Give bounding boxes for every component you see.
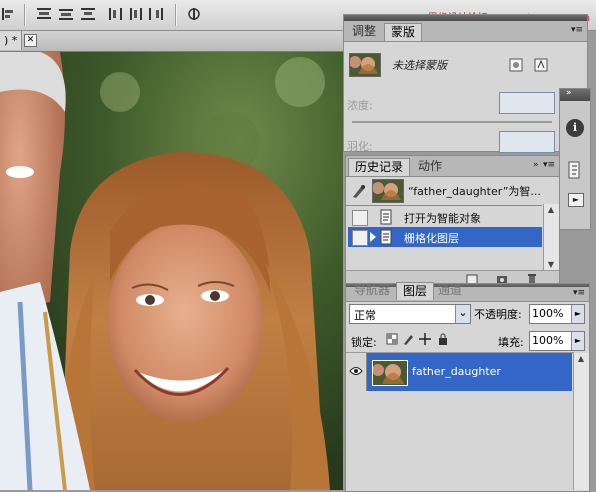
pixel-mask-icon[interactable] xyxy=(509,58,523,72)
history-panel: 历史记录 动作 » ▾≡ “father_daughter”为智... 打开为智… xyxy=(345,155,560,287)
density-slider[interactable] xyxy=(352,121,552,123)
lock-pixels-icon[interactable] xyxy=(402,333,414,345)
current-state-marker-icon xyxy=(370,232,376,242)
layers-scrollbar[interactable]: ▲ xyxy=(573,353,589,490)
history-panel-tabs: 历史记录 动作 » ▾≡ xyxy=(346,156,559,177)
feather-label: 羽化: xyxy=(347,140,373,153)
layer-name[interactable]: father_daughter xyxy=(412,365,501,378)
history-icon[interactable] xyxy=(567,161,583,179)
history-scrollbar[interactable]: ▲ ▼ xyxy=(543,204,559,271)
align-right-edges-icon[interactable] xyxy=(0,7,16,21)
collapsed-panel-dock: » i ► xyxy=(559,88,591,230)
opacity-field[interactable]: 100% ► xyxy=(529,304,585,324)
tab-navigator[interactable]: 导航器 xyxy=(348,282,396,299)
layer-thumbnail xyxy=(372,360,408,386)
history-source-checkbox[interactable] xyxy=(352,230,368,246)
history-brush-icon[interactable] xyxy=(351,183,367,199)
history-item-label: 打开为智能对象 xyxy=(404,212,481,225)
eye-icon[interactable] xyxy=(349,366,363,376)
fill-label: 填充: xyxy=(498,336,524,349)
document-canvas[interactable] xyxy=(0,52,343,490)
distribute-bottom-icon[interactable] xyxy=(80,7,96,21)
distribute-vcenter-icon[interactable] xyxy=(58,7,74,21)
photo-father-daughter xyxy=(0,52,343,490)
info-icon[interactable]: i xyxy=(566,119,584,137)
lock-transparency-icon[interactable] xyxy=(386,333,398,345)
tab-channels[interactable]: 通道 xyxy=(432,282,468,299)
separator xyxy=(24,4,26,26)
opacity-arrow-icon[interactable]: ► xyxy=(571,305,584,323)
layer-row[interactable]: father_daughter xyxy=(346,353,572,391)
panel-menu-icon[interactable]: ▾≡ xyxy=(573,288,585,298)
scroll-up-icon[interactable]: ▲ xyxy=(544,204,558,216)
fill-field[interactable]: 100% ► xyxy=(529,331,585,351)
tab-layers[interactable]: 图层 xyxy=(396,282,435,300)
masks-panel: 调整 蒙版 ▾≡ 未选择蒙版 浓度: 羽化: xyxy=(343,14,588,153)
density-label: 浓度: xyxy=(347,99,373,112)
blend-mode-select[interactable]: 正常 ⌄ xyxy=(349,304,471,324)
distribute-left-icon[interactable] xyxy=(108,7,124,21)
layers-panel-tabs: 导航器 图层 通道 ▾≡ xyxy=(346,282,589,302)
vector-mask-icon[interactable] xyxy=(534,58,548,72)
mask-status-label: 未选择蒙版 xyxy=(392,59,447,72)
masks-panel-tabs: 调整 蒙版 ▾≡ xyxy=(344,21,587,42)
fill-arrow-icon[interactable]: ► xyxy=(571,332,584,350)
history-source-checkbox[interactable] xyxy=(352,210,368,226)
separator xyxy=(175,4,177,26)
close-icon[interactable]: ✕ xyxy=(24,34,37,47)
tab-adjustments[interactable]: 调整 xyxy=(346,23,382,40)
lock-all-icon[interactable] xyxy=(437,333,449,345)
document-icon xyxy=(380,209,392,225)
density-field[interactable] xyxy=(499,92,555,114)
divider xyxy=(346,205,542,206)
feather-field[interactable] xyxy=(499,131,555,153)
dock-header: » xyxy=(560,88,590,101)
document-tab-strip xyxy=(0,31,343,52)
tab-masks[interactable]: 蒙版 xyxy=(384,23,423,41)
distribute-hcenter-icon[interactable] xyxy=(128,7,144,21)
document-icon xyxy=(380,229,392,245)
panel-menu-icon[interactable]: ▾≡ xyxy=(543,160,555,170)
history-item-selected[interactable]: 栅格化图层 xyxy=(348,227,542,247)
panel-menu-icon[interactable]: ▾≡ xyxy=(571,25,583,35)
layers-panel: 导航器 图层 通道 ▾≡ 正常 ⌄ 不透明度: 100% ► 锁定: 填充: 1… xyxy=(345,282,590,492)
distribute-right-icon[interactable] xyxy=(148,7,164,21)
fill-value: 100% xyxy=(532,334,564,347)
visibility-cell[interactable] xyxy=(346,353,367,391)
snapshot-thumbnail[interactable] xyxy=(372,179,404,203)
document-tab[interactable]: ) * xyxy=(0,31,23,50)
blend-mode-value: 正常 xyxy=(354,309,376,322)
history-item[interactable]: 打开为智能对象 xyxy=(348,207,542,227)
opacity-value: 100% xyxy=(532,307,564,320)
lock-label: 锁定: xyxy=(351,336,377,349)
lock-position-icon[interactable] xyxy=(419,333,431,345)
opacity-label: 不透明度: xyxy=(474,308,522,321)
tab-actions[interactable]: 动作 xyxy=(412,158,448,175)
snapshot-label[interactable]: “father_daughter”为智... xyxy=(408,183,541,199)
collapse-icon[interactable]: » xyxy=(566,88,572,98)
history-item-label: 栅格化图层 xyxy=(404,232,459,245)
distribute-top-icon[interactable] xyxy=(36,7,52,21)
chevron-down-icon[interactable]: ⌄ xyxy=(455,305,470,323)
auto-align-icon[interactable] xyxy=(186,7,202,21)
tab-history[interactable]: 历史记录 xyxy=(348,158,411,176)
actions-play-icon[interactable]: ► xyxy=(568,193,584,207)
mask-thumbnail xyxy=(349,53,381,77)
scroll-up-icon[interactable]: ▲ xyxy=(574,353,588,365)
